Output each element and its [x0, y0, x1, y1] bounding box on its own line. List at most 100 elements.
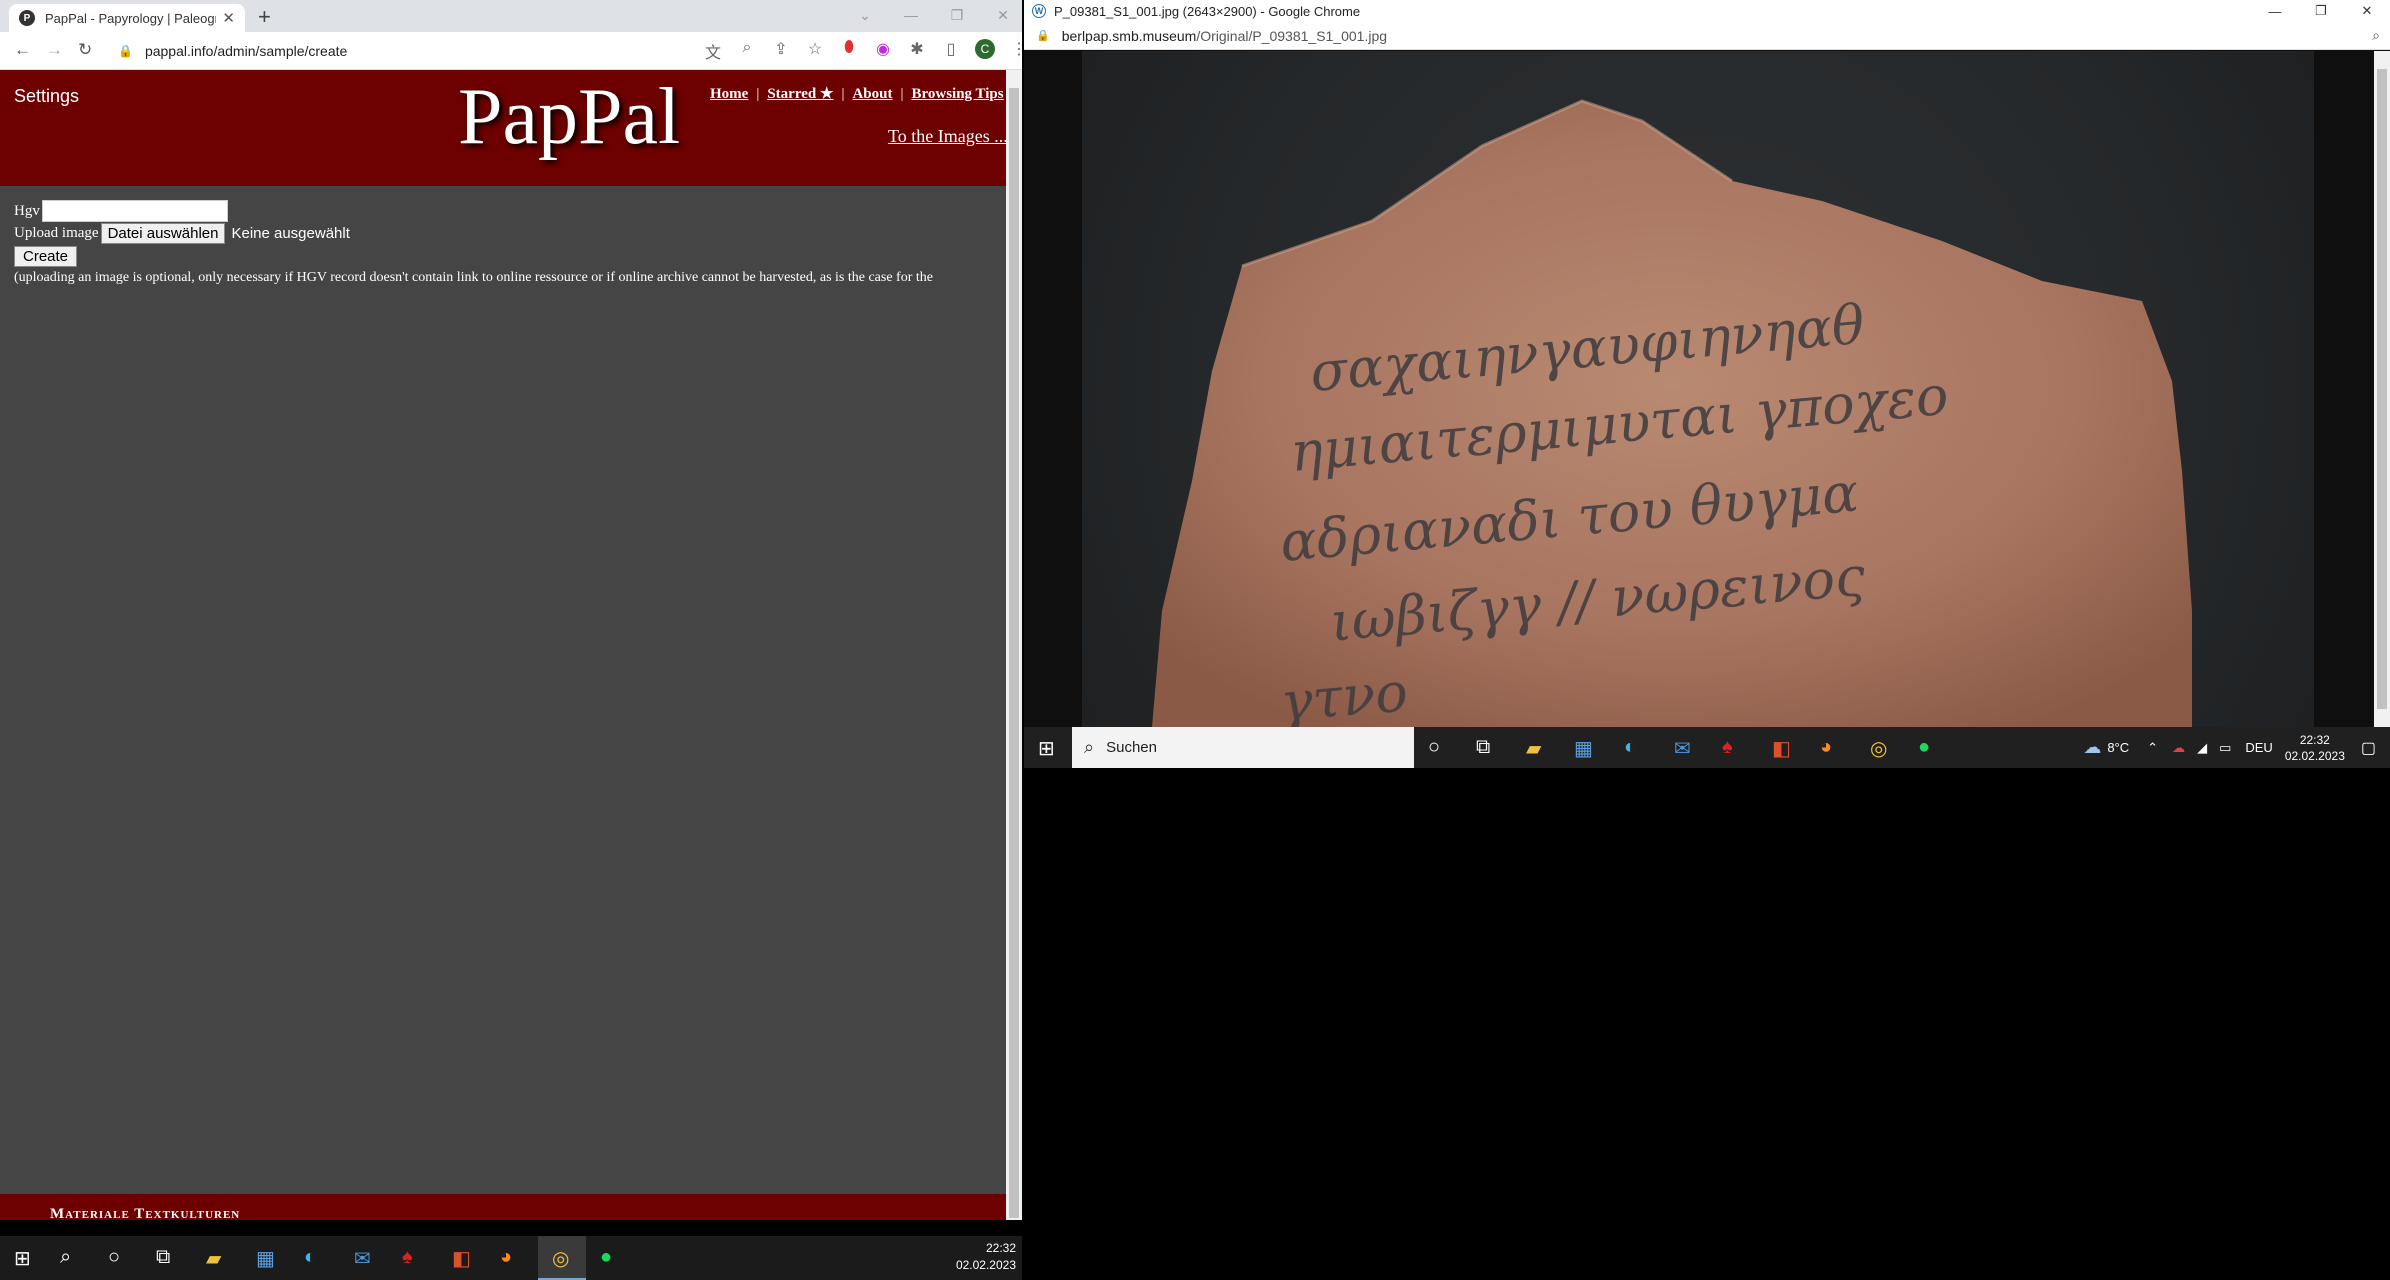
- weather-cloud-icon[interactable]: ☁: [2083, 737, 2101, 758]
- new-tab-button[interactable]: +: [258, 4, 271, 30]
- tray-language[interactable]: DEU: [2245, 740, 2272, 755]
- left-tray-date: 02.02.2023: [955, 1258, 1016, 1272]
- tab-pappal[interactable]: P PapPal - Papyrology | Paleography ✕: [9, 4, 245, 32]
- forward-arrow-icon[interactable]: →: [46, 40, 63, 60]
- extensions-puzzle-icon[interactable]: ✱: [900, 39, 934, 63]
- nav-home[interactable]: Home: [710, 86, 748, 102]
- create-button[interactable]: Create: [14, 245, 78, 267]
- powerpoint-icon[interactable]: ◧: [452, 1246, 471, 1271]
- restore-icon[interactable]: ❐: [934, 7, 980, 24]
- task-view-icon[interactable]: ⧉: [156, 1246, 170, 1269]
- right-spotify-icon[interactable]: ●: [1918, 736, 1930, 759]
- right-window-controls: — ❐ ✕: [2252, 0, 2390, 22]
- taskbar-search-box[interactable]: ⌕ Suchen: [1072, 727, 1414, 768]
- ostracon-photo: σαχαιηνγαυφιηνηαθ ημιαιτερμιμυται γποχεο…: [1082, 51, 2314, 727]
- header-banner: Settings PapPal Home | Starred ★ | About | Bro…: [0, 70, 1006, 186]
- right-windows-start-icon[interactable]: ⊞: [1038, 736, 1055, 761]
- tab-strip: P PapPal - Papyrology | Paleography ✕ + …: [0, 0, 1022, 32]
- search-icon[interactable]: ⌕: [60, 1246, 71, 1269]
- right-cortana-icon[interactable]: ○: [1428, 736, 1440, 759]
- left-tray-time: 22:32: [985, 1241, 1016, 1255]
- kebab-menu-icon[interactable]: ⋮: [1002, 39, 1022, 63]
- upload-note: (uploading an image is optional, only ne…: [14, 270, 933, 285]
- left-browser-window: P PapPal - Papyrology | Paleography ✕ + …: [0, 0, 1022, 1220]
- file-explorer-icon[interactable]: ▰: [206, 1246, 221, 1271]
- profile-avatar[interactable]: C: [975, 39, 995, 59]
- right-acrobat-icon[interactable]: ♠: [1722, 736, 1733, 759]
- close-window-icon[interactable]: ✕: [980, 7, 1022, 24]
- right-title-bar: W P_09381_S1_001.jpg (2643×2900) - Googl…: [1024, 0, 2390, 22]
- right-mail-icon[interactable]: ✉: [1674, 736, 1691, 761]
- tab-close-icon[interactable]: ✕: [222, 9, 235, 27]
- taskbar-search-placeholder: Suchen: [1106, 739, 1157, 756]
- tray-network-icon[interactable]: ◢: [2197, 740, 2207, 756]
- to-the-images-link[interactable]: To the Images ...: [888, 126, 1006, 147]
- right-chrome-icon[interactable]: ◎: [1870, 736, 1887, 761]
- window-controls: ⌄ — ❐ ✕: [842, 0, 1022, 30]
- left-tray-clock[interactable]: 22:32 02.02.2023: [956, 1240, 1016, 1274]
- extension-red-icon[interactable]: ⬮: [832, 39, 866, 63]
- chrome-icon[interactable]: ◎: [552, 1246, 569, 1271]
- spotify-icon[interactable]: ●: [600, 1246, 612, 1269]
- right-task-view-icon[interactable]: ⧉: [1476, 736, 1490, 759]
- settings-link[interactable]: Settings: [14, 86, 79, 107]
- lock-icon: 🔒: [118, 44, 133, 58]
- right-store-icon[interactable]: ▦: [1574, 736, 1593, 761]
- weather-temp[interactable]: 8°C: [2107, 740, 2129, 755]
- windows-start-icon[interactable]: ⊞: [14, 1246, 31, 1271]
- reload-icon[interactable]: ↻: [78, 40, 92, 60]
- right-tray-date: 02.02.2023: [2284, 748, 2345, 763]
- pappal-logo: PapPal: [458, 73, 681, 161]
- zoom-icon[interactable]: ⌕: [730, 39, 764, 63]
- hgv-input[interactable]: [41, 200, 228, 222]
- translate-icon[interactable]: 文: [696, 39, 730, 63]
- back-arrow-icon[interactable]: ←: [14, 40, 31, 60]
- nav-browsing-tips[interactable]: Browsing Tips: [911, 86, 1003, 102]
- side-panel-icon[interactable]: ▯: [934, 39, 968, 63]
- tray-chevron-up-icon[interactable]: ⌃: [2147, 740, 2158, 756]
- pappal-favicon-icon: P: [19, 10, 35, 26]
- right-lock-icon: 🔒: [1036, 30, 1050, 42]
- mail-icon[interactable]: ✉: [354, 1246, 371, 1271]
- right-edge-icon[interactable]: ◐: [1624, 736, 1636, 759]
- right-file-explorer-icon[interactable]: ▰: [1526, 736, 1541, 761]
- nav-about[interactable]: About: [852, 86, 892, 102]
- footer-text: Materiale Textkulturen: [50, 1206, 241, 1220]
- right-restore-icon[interactable]: ❐: [2298, 3, 2344, 19]
- right-minimize-icon[interactable]: —: [2252, 4, 2298, 19]
- bookmark-star-icon[interactable]: ☆: [798, 39, 832, 63]
- image-viewer[interactable]: σαχαιηνγαυφιηνηαθ ημιαιτερμιμυται γποχεο…: [1024, 51, 2374, 727]
- right-system-tray: ☁ 8°C ⌃ ☁ ◢ ▭ DEU 22:32 02.02.2023 ▢: [2083, 727, 2390, 768]
- cortana-icon[interactable]: ○: [108, 1246, 120, 1269]
- extension-purple-icon[interactable]: ◉: [866, 39, 900, 63]
- right-window-title: P_09381_S1_001.jpg (2643×2900) - Google …: [1054, 3, 1361, 19]
- choose-file-button[interactable]: Datei auswählen: [100, 222, 226, 244]
- tray-onedrive-icon[interactable]: ☁: [2172, 740, 2185, 756]
- firefox-icon[interactable]: ◕: [500, 1246, 512, 1269]
- minimize-icon[interactable]: —: [888, 7, 934, 23]
- toolbar-icons: 文 ⌕ ⇪ ☆ ⬮ ◉ ✱ ▯ C ⋮: [696, 39, 1022, 63]
- right-url-host: berlpap.smb.museum: [1061, 27, 1197, 44]
- right-firefox-icon[interactable]: ◕: [1820, 736, 1832, 759]
- right-close-icon[interactable]: ✕: [2344, 3, 2390, 19]
- acrobat-icon[interactable]: ♠: [402, 1246, 413, 1269]
- vertical-scroll-thumb[interactable]: [1009, 88, 1019, 1218]
- file-status: Keine ausgewählt: [231, 224, 350, 242]
- address-bar[interactable]: 🔒 pappal.info/admin/sample/create: [118, 38, 678, 64]
- share-icon[interactable]: ⇪: [764, 39, 798, 63]
- tray-battery-icon[interactable]: ▭: [2219, 740, 2231, 756]
- right-powerpoint-icon[interactable]: ◧: [1772, 736, 1791, 761]
- right-address-bar[interactable]: 🔒 berlpap.smb.museum/Original/P_09381_S1…: [1024, 22, 2390, 50]
- vertical-scrollbar[interactable]: [1006, 70, 1022, 1220]
- tab-search-chevron-icon[interactable]: ⌄: [842, 7, 888, 24]
- address-url: pappal.info/admin/sample/create: [144, 43, 348, 59]
- right-url-path: /Original/P_09381_S1_001.jpg: [1196, 27, 1388, 44]
- right-scroll-thumb[interactable]: [2377, 69, 2387, 709]
- nav-starred[interactable]: Starred ★: [767, 86, 833, 102]
- right-vertical-scrollbar[interactable]: [2374, 51, 2390, 727]
- edge-icon[interactable]: ◐: [304, 1246, 316, 1269]
- store-icon[interactable]: ▦: [256, 1246, 275, 1271]
- notifications-icon[interactable]: ▢: [2361, 738, 2376, 758]
- right-tray-clock[interactable]: 22:32 02.02.2023: [2285, 732, 2345, 764]
- right-zoom-icon[interactable]: ⌕: [2372, 27, 2380, 44]
